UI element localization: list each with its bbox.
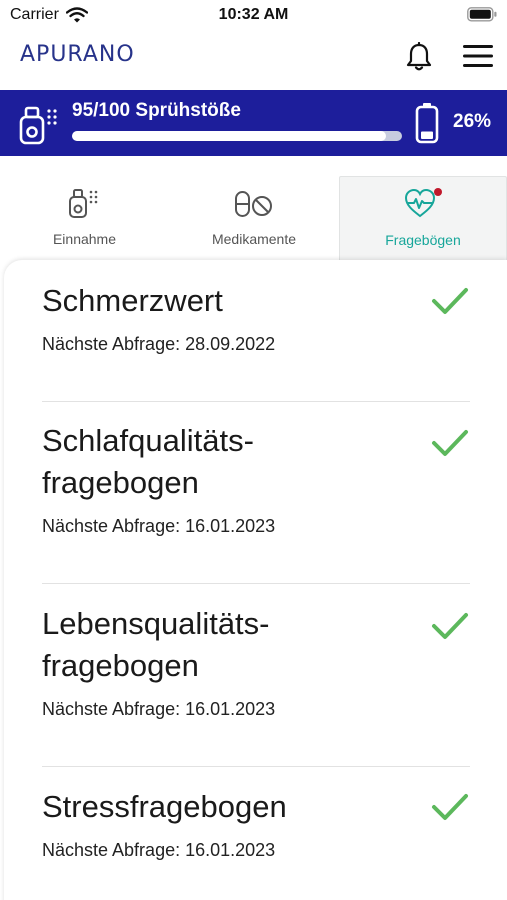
questionnaire-title: Stressfragebogen: [42, 789, 287, 824]
next-query-date: Nächste Abfrage: 16.01.2023: [42, 516, 276, 536]
questionnaire-title: Schmerzwert: [42, 283, 223, 318]
tab-label: Fragebögen: [385, 232, 461, 248]
bell-icon[interactable]: [405, 42, 433, 72]
inhaler-icon: [19, 106, 57, 145]
puff-progress-bar: [72, 131, 402, 141]
pill-icon: [235, 191, 272, 217]
tab-label: Medikamente: [211, 231, 297, 247]
questionnaire-title: Schlafqualitäts-: [42, 423, 254, 458]
status-bar: Carrier 10:32 AM: [0, 0, 507, 30]
check-icon: [432, 794, 468, 820]
app-header: APURANO: [0, 30, 507, 90]
check-icon: [432, 430, 468, 456]
tab-medikamente[interactable]: Medikamente: [169, 176, 339, 262]
divider: [42, 583, 470, 584]
menu-icon[interactable]: [463, 44, 493, 68]
questionnaire-title-cont: fragebogen: [42, 648, 199, 683]
tab-frageboegen[interactable]: Fragebögen: [339, 176, 507, 262]
inhaler-icon: [68, 189, 97, 218]
check-icon: [432, 288, 468, 314]
notification-dot: [434, 188, 442, 196]
battery-percentage: 26%: [453, 111, 492, 132]
heart-pulse-icon: [404, 188, 442, 218]
questionnaire-list: Schmerzwert Nächste Abfrage: 28.09.2022 …: [4, 260, 507, 900]
puff-progress-fill: [72, 131, 386, 141]
list-item-lebensqualitaet[interactable]: Lebensqualitäts- fragebogen Nächste Abfr…: [42, 603, 470, 720]
phone-battery-icon: [467, 7, 497, 22]
check-icon: [432, 613, 468, 639]
puff-counter: 95/100 Sprühstöße: [72, 100, 241, 121]
device-status-banner: 95/100 Sprühstöße 26%: [0, 90, 507, 156]
divider: [42, 401, 470, 402]
list-item-schlafqualitaet[interactable]: Schlafqualitäts- fragebogen Nächste Abfr…: [42, 420, 470, 537]
tab-label: Einnahme: [52, 231, 117, 247]
clock: 10:32 AM: [218, 6, 289, 23]
tab-einnahme[interactable]: Einnahme: [0, 176, 169, 262]
battery-icon: [415, 103, 439, 144]
questionnaire-title: Lebensqualitäts-: [42, 606, 270, 641]
app-logo: APURANO: [20, 42, 135, 67]
list-item-stress[interactable]: Stressfragebogen Nächste Abfrage: 16.01.…: [42, 786, 470, 861]
questionnaire-title-cont: fragebogen: [42, 465, 199, 500]
list-item-schmerzwert[interactable]: Schmerzwert Nächste Abfrage: 28.09.2022: [42, 280, 470, 355]
next-query-date: Nächste Abfrage: 16.01.2023: [42, 699, 276, 719]
divider: [42, 766, 470, 767]
next-query-date: Nächste Abfrage: 16.01.2023: [42, 840, 276, 860]
next-query-date: Nächste Abfrage: 28.09.2022: [42, 334, 276, 354]
tab-bar: Einnahme Medikamente Fragebögen: [0, 176, 507, 262]
